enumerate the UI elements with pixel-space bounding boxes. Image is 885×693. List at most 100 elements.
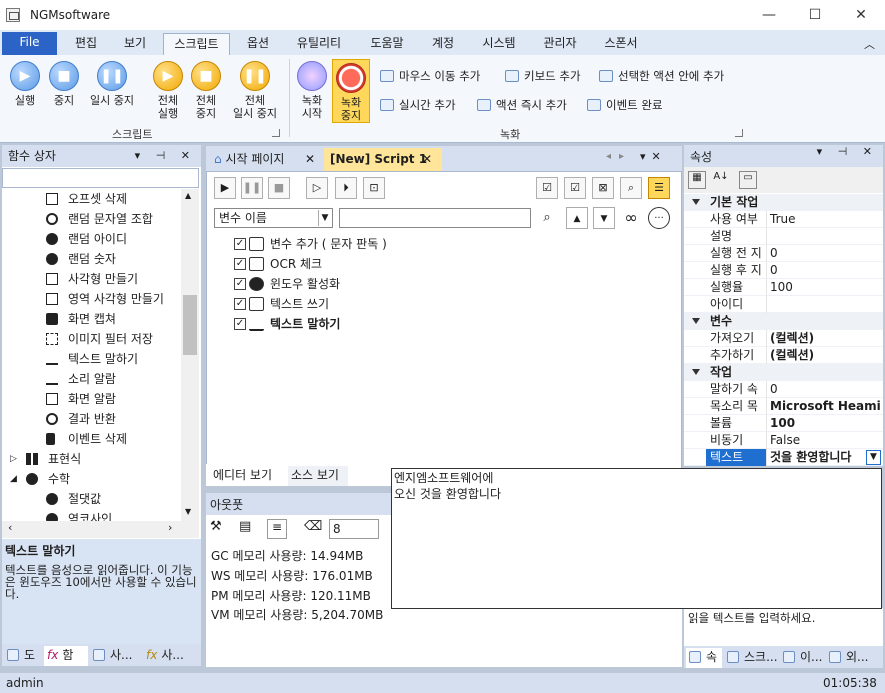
tab-options[interactable]: 옵션 — [236, 33, 280, 55]
chevron-down-icon[interactable]: ▼ — [866, 450, 881, 465]
checkbox[interactable]: ✓ — [234, 298, 246, 310]
tab-toolbox[interactable]: 도 — [4, 646, 42, 666]
property-row[interactable]: 가져오기 (컬렉션) — [684, 330, 883, 347]
script-group-expand-icon[interactable] — [272, 129, 280, 137]
checkbox[interactable]: ✓ — [234, 278, 246, 290]
close-tab-icon[interactable]: ✕ — [422, 148, 432, 170]
function-search-input[interactable] — [2, 168, 199, 188]
categorized-icon[interactable]: ▦ — [688, 171, 706, 189]
add-keyboard-button[interactable]: 키보드 추가 — [505, 68, 581, 84]
property-row-selected[interactable]: 텍스트 것을 환영합니다 ▼ — [684, 449, 883, 466]
tab-script[interactable]: 스크립트 — [163, 33, 230, 55]
checkbox[interactable]: ✓ — [234, 258, 246, 270]
property-row[interactable]: 목소리 목 Microsoft Heami — [684, 398, 883, 415]
search-icon[interactable]: ⌕ — [536, 207, 558, 229]
property-row[interactable]: 말하기 속0 — [684, 381, 883, 398]
function-list-scrollbar[interactable]: ▲ ▼ — [181, 189, 199, 521]
property-row[interactable]: 실행율 100 — [684, 279, 883, 296]
property-row[interactable]: 비동기 False — [684, 432, 883, 449]
add-action-now-button[interactable]: 액션 즉시 추가 — [477, 97, 567, 113]
stop-all-button[interactable]: ■ 전체 중지 — [186, 61, 226, 120]
tab-file[interactable]: File — [2, 32, 57, 55]
tab-sponsor[interactable]: 스폰서 — [594, 33, 648, 55]
scroll-down-icon[interactable]: ▼ — [185, 507, 191, 516]
stop-icon[interactable]: ■ — [268, 177, 290, 199]
search-icon[interactable]: ⌕ — [620, 177, 642, 199]
property-row[interactable]: 볼륨 100 — [684, 415, 883, 432]
scroll-left-icon[interactable]: ‹ — [8, 521, 12, 534]
loop-icon[interactable]: ∞ — [620, 207, 642, 229]
delete-icon[interactable]: ⊠ — [592, 177, 614, 199]
pause-icon[interactable]: ❚❚ — [241, 177, 263, 199]
tab-user[interactable]: 사... — [90, 646, 140, 666]
minimize-button[interactable]: — — [746, 0, 792, 30]
category-basic[interactable]: 기본 작업 — [684, 194, 883, 211]
tab-system[interactable]: 시스템 — [472, 33, 526, 55]
scroll-up-icon[interactable]: ▲ — [185, 191, 191, 200]
step-icon[interactable]: ▷ — [306, 177, 328, 199]
clean-icon[interactable]: ⚒ — [210, 519, 228, 539]
tab-scripts[interactable]: 스크... — [724, 648, 778, 668]
tab-edit[interactable]: 편집 — [63, 33, 109, 55]
property-row[interactable]: 추가하기 (컬렉션) — [684, 347, 883, 364]
tab-source-view[interactable]: 소스 보기 — [288, 466, 348, 486]
property-row[interactable]: 실행 후 지0 — [684, 262, 883, 279]
property-row[interactable]: 설명 — [684, 228, 883, 245]
event-complete-button[interactable]: 이벤트 완료 — [587, 97, 663, 113]
tab-help[interactable]: 도움말 — [360, 33, 414, 55]
run-all-button[interactable]: ▶ 전체 실행 — [148, 61, 188, 120]
property-pages-icon[interactable]: ▭ — [739, 171, 757, 189]
step-into-icon[interactable]: ⏵ — [335, 177, 357, 199]
eraser-icon[interactable]: ⌫ — [304, 519, 324, 539]
tab-scroll-icons[interactable]: ◂▸ — [606, 151, 632, 162]
run-button[interactable]: ▶ 실행 — [6, 61, 44, 107]
record-group-expand-icon[interactable] — [735, 129, 743, 137]
move-up-icon[interactable]: ▲ — [566, 207, 588, 229]
chevron-down-icon[interactable]: ▼ — [318, 210, 331, 226]
add-realtime-button[interactable]: 실시간 추가 — [380, 97, 456, 113]
panel-controls[interactable]: ▾ ⊣ ✕ — [817, 145, 878, 158]
tab-view[interactable]: 보기 — [112, 33, 158, 55]
maximize-button[interactable]: ☐ — [792, 0, 838, 30]
step-over-icon[interactable]: ⊡ — [363, 177, 385, 199]
tab-functions[interactable]: fx 함 — [44, 646, 88, 666]
tab-account[interactable]: 계정 — [421, 33, 465, 55]
record-start-button[interactable]: 녹화 시작 — [294, 61, 330, 120]
panel-controls[interactable]: ▾✕ — [640, 150, 667, 163]
wrap-icon[interactable]: ≡ — [267, 519, 287, 539]
checkbox[interactable]: ✓ — [234, 318, 246, 330]
run-icon[interactable]: ▶ — [214, 177, 236, 199]
property-row[interactable]: 아이디 — [684, 296, 883, 313]
pause-all-button[interactable]: ❚❚ 전체 일시 중지 — [226, 61, 284, 120]
category-action[interactable]: 작업 — [684, 364, 883, 381]
tab-utility[interactable]: 유틸리티 — [287, 33, 351, 55]
check-all-icon[interactable]: ☑ — [536, 177, 558, 199]
more-icon[interactable]: ··· — [648, 207, 670, 229]
tab-editor-view[interactable]: 에디터 보기 — [210, 466, 288, 486]
sort-az-icon[interactable]: A↓ — [712, 171, 730, 189]
property-row[interactable]: 사용 여부 True — [684, 211, 883, 228]
category-variables[interactable]: 변수 — [684, 313, 883, 330]
variable-input[interactable] — [339, 208, 531, 228]
close-window-button[interactable]: ✕ — [838, 0, 884, 30]
scroll-right-icon[interactable]: › — [168, 521, 172, 534]
check-icon[interactable]: ☑ — [564, 177, 586, 199]
move-down-icon[interactable]: ▼ — [593, 207, 615, 229]
document-icon[interactable]: ▤ — [239, 519, 257, 539]
stop-button[interactable]: ■ 중지 — [45, 61, 83, 107]
close-tab-icon[interactable]: ✕ — [305, 148, 315, 170]
text-value-editor[interactable]: 엔지엠소프트웨어에 오신 것을 환영합니다 — [391, 468, 882, 609]
ribbon-collapse-icon[interactable]: ︿ — [864, 36, 875, 52]
font-size-input[interactable]: 8 — [329, 519, 379, 539]
scroll-thumb[interactable] — [183, 295, 197, 355]
add-mouse-move-button[interactable]: 마우스 이동 추가 — [380, 68, 480, 84]
add-inside-selected-button[interactable]: 선택한 액션 안에 추가 — [599, 68, 724, 84]
record-stop-button[interactable]: 녹화 중지 — [332, 59, 370, 123]
tree-view-icon[interactable]: ☰ — [648, 177, 670, 199]
tab-start-page[interactable]: ⌂ 시작 페이지 ✕ — [208, 148, 322, 171]
tab-user-functions[interactable]: fx 사... — [143, 646, 197, 666]
function-list-hscrollbar[interactable]: ‹ › — [2, 521, 199, 538]
property-row[interactable]: 실행 전 지0 — [684, 245, 883, 262]
tab-script-1[interactable]: [New] Script 1 ✕ — [324, 148, 442, 171]
panel-controls[interactable]: ▾ ⊣ ✕ — [135, 145, 196, 167]
